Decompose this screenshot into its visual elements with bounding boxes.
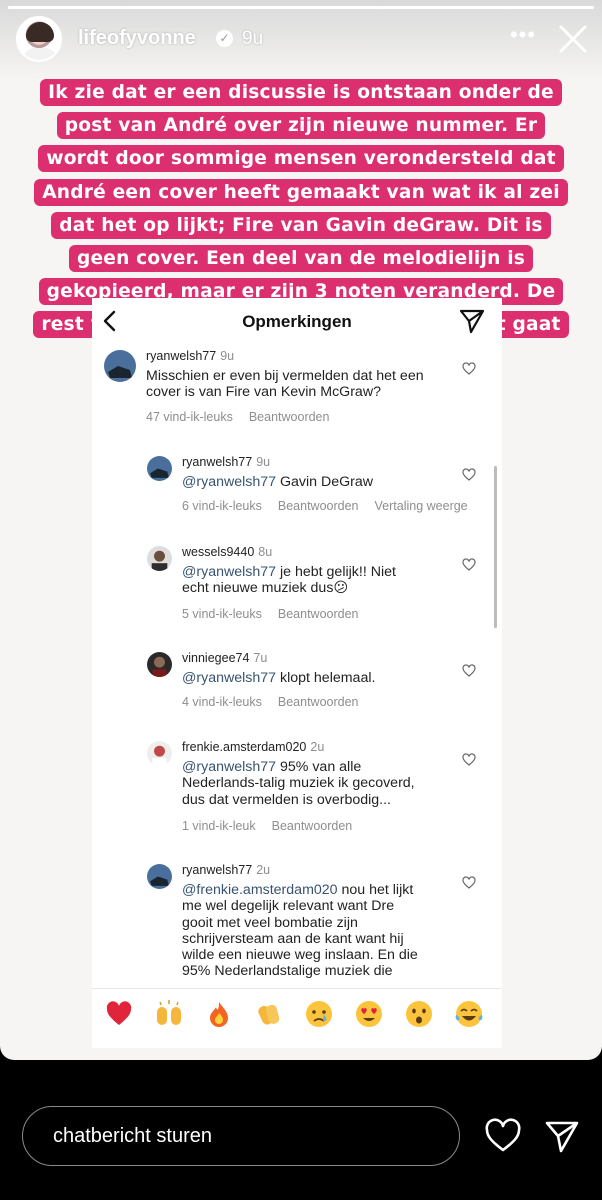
message-input[interactable] bbox=[53, 1125, 433, 1148]
close-icon[interactable] bbox=[556, 22, 590, 56]
commenter-avatar bbox=[147, 546, 172, 571]
comment-body: Gavin DeGraw bbox=[276, 474, 374, 490]
tears-of-joy-face-icon bbox=[455, 1001, 483, 1027]
comment-heart-icon bbox=[462, 558, 476, 571]
comment-time: 2u bbox=[256, 864, 271, 877]
reply-link: Beantwoorden bbox=[277, 499, 359, 513]
like-count: 5 vind-ik-leuks bbox=[182, 607, 262, 621]
like-count: 4 vind-ik-leuks bbox=[182, 695, 262, 709]
comments-header: Opmerkingen bbox=[92, 298, 502, 346]
comment-meta: 47 vind-ik-leuks Beantwoorden bbox=[146, 410, 345, 424]
send-icon bbox=[459, 309, 485, 334]
comment-username: ryanwelsh77 9u bbox=[146, 349, 234, 363]
story-progress-bar bbox=[8, 6, 594, 9]
reply-link: Beantwoorden bbox=[277, 607, 359, 621]
username-text: frenkie.amsterdam020 bbox=[182, 740, 307, 754]
confused-face-emoji: 😕 bbox=[333, 580, 349, 597]
story-time: 9u bbox=[242, 28, 264, 49]
translation-link: Vertaling weerge bbox=[374, 499, 468, 513]
comment-heart-icon bbox=[462, 664, 476, 677]
comment-heart-icon bbox=[462, 468, 476, 481]
comment-username: ryanwelsh77 2u bbox=[182, 864, 270, 877]
comment-meta: 1 vind-ik-leuk Beantwoorden bbox=[182, 819, 368, 833]
story-progress-fill bbox=[8, 6, 594, 9]
more-options-icon[interactable]: ••• bbox=[506, 24, 540, 52]
comment-item: wessels9440 8u @ryanwelsh77 je hebt gelij… bbox=[147, 545, 502, 624]
comment-meta: 5 vind-ik-leuks Beantwoorden bbox=[182, 607, 375, 621]
comments-screenshot: Opmerkingen ryanwelsh77 9u Misschien er e… bbox=[92, 298, 502, 1048]
comment-text: @frenkie.amsterdam020 nou het lijkt me w… bbox=[182, 882, 420, 980]
username-text: ryanwelsh77 bbox=[146, 349, 217, 363]
reply-link: Beantwoorden bbox=[271, 819, 353, 833]
comment-username: vinniegee74 7u bbox=[182, 651, 267, 665]
comment-item: frenkie.amsterdam020 2u @ryanwelsh77 95% … bbox=[147, 740, 502, 836]
comment-item: vinniegee74 7u @ryanwelsh77 klopt helemaa… bbox=[147, 651, 502, 712]
avatar[interactable] bbox=[16, 16, 62, 62]
scrollbar bbox=[494, 466, 497, 628]
comment-username: wessels9440 8u bbox=[182, 545, 272, 559]
username-text: wessels9440 bbox=[182, 545, 255, 559]
commenter-avatar bbox=[147, 652, 172, 677]
comment-username: frenkie.amsterdam020 2u bbox=[182, 740, 324, 754]
fire-icon bbox=[210, 1002, 228, 1027]
like-count: 1 vind-ik-leuk bbox=[182, 819, 256, 833]
mention-link: @ryanwelsh77 bbox=[182, 670, 277, 686]
comments-title: Opmerkingen bbox=[242, 312, 352, 331]
verified-badge-icon: ✓ bbox=[216, 30, 233, 47]
comment-body: klopt helemaal. bbox=[276, 670, 376, 686]
comment-heart-icon bbox=[462, 876, 476, 889]
comment-heart-icon bbox=[462, 753, 476, 766]
commenter-avatar bbox=[104, 350, 136, 382]
comment-time: 7u bbox=[253, 651, 268, 665]
story-username[interactable]: lifeofyvonne bbox=[78, 27, 196, 50]
red-heart-icon bbox=[106, 1001, 132, 1025]
username-text: ryanwelsh77 bbox=[182, 455, 253, 469]
mention-link: @frenkie.amsterdam020 bbox=[182, 882, 338, 898]
comment-item: ryanwelsh77 2u @frenkie.amsterdam020 nou … bbox=[147, 864, 502, 988]
comment-item: ryanwelsh77 9u Misschien er even bij verm… bbox=[104, 349, 494, 440]
username-text: vinniegee74 bbox=[182, 651, 250, 665]
heart-icon[interactable] bbox=[484, 1118, 522, 1154]
like-count: 47 vind-ik-leuks bbox=[146, 410, 233, 424]
reply-link: Beantwoorden bbox=[248, 410, 330, 424]
comment-username: ryanwelsh77 9u bbox=[182, 455, 270, 469]
story-header: lifeofyvonne ✓ 9u ••• bbox=[16, 16, 587, 62]
comment-heart-icon bbox=[462, 362, 476, 375]
send-direct-icon[interactable] bbox=[544, 1118, 580, 1154]
comment-text: @ryanwelsh77 Gavin DeGraw bbox=[182, 474, 447, 490]
raising-hands-icon bbox=[157, 1000, 181, 1025]
comment-text: @ryanwelsh77 95% van alle Nederlands-tal… bbox=[182, 759, 427, 808]
commenter-avatar bbox=[147, 864, 172, 889]
comment-meta: 4 vind-ik-leuks Beantwoorden bbox=[182, 695, 375, 709]
message-reply-bar[interactable] bbox=[22, 1106, 460, 1166]
story-frame: lifeofyvonne ✓ 9u ••• Ik zie dat er een … bbox=[0, 0, 602, 1060]
comment-text: Misschien er even bij vermelden dat het … bbox=[146, 368, 424, 401]
reaction-emoji-bar bbox=[92, 988, 502, 1040]
like-count: 6 vind-ik-leuks bbox=[182, 499, 262, 513]
heart-eyes-face-icon bbox=[356, 1001, 382, 1027]
comment-time: 9u bbox=[256, 455, 271, 469]
comment-text: @ryanwelsh77 je hebt gelijk!! Niet echt … bbox=[182, 564, 422, 597]
avatar-hair bbox=[26, 22, 54, 42]
comment-text: @ryanwelsh77 klopt helemaal. bbox=[182, 670, 447, 686]
mention-link: @ryanwelsh77 bbox=[182, 474, 277, 490]
comment-time: 8u bbox=[258, 545, 273, 559]
crying-face-icon bbox=[306, 1001, 332, 1027]
mention-link: @ryanwelsh77 bbox=[182, 759, 277, 775]
comment-item: ryanwelsh77 9u @ryanwelsh77 Gavin DeGraw … bbox=[147, 455, 502, 516]
commenter-avatar bbox=[147, 741, 172, 766]
avatar-shirt bbox=[23, 48, 57, 60]
comment-time: 9u bbox=[220, 349, 235, 363]
clapping-hands-icon bbox=[258, 1004, 280, 1025]
reply-link: Beantwoorden bbox=[277, 695, 359, 709]
commenter-avatar bbox=[147, 456, 172, 481]
mention-link: @ryanwelsh77 bbox=[182, 564, 277, 580]
comment-meta: 6 vind-ik-leuks Beantwoorden Vertaling wee… bbox=[182, 499, 484, 513]
surprised-face-icon bbox=[406, 1001, 432, 1027]
username-text: ryanwelsh77 bbox=[182, 864, 253, 877]
comment-time: 2u bbox=[310, 740, 325, 754]
